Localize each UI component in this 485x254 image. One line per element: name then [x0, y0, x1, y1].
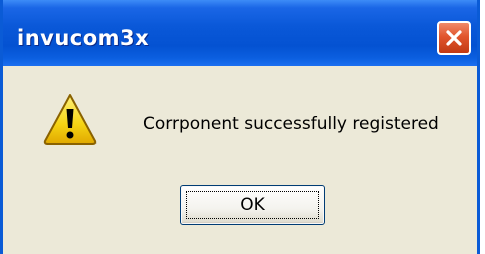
ok-button[interactable]: OK: [180, 185, 325, 225]
dialog-message: Corrponent successfully registered: [143, 114, 439, 134]
close-button[interactable]: [437, 21, 471, 55]
close-icon: [446, 30, 462, 46]
dialog-title: invucom3x: [17, 26, 150, 50]
ok-button-label: OK: [240, 195, 265, 215]
warning-icon: [43, 94, 97, 145]
message-dialog: invucom3x Corrponent successfully regist…: [0, 0, 480, 254]
title-bar[interactable]: invucom3x: [3, 0, 477, 66]
